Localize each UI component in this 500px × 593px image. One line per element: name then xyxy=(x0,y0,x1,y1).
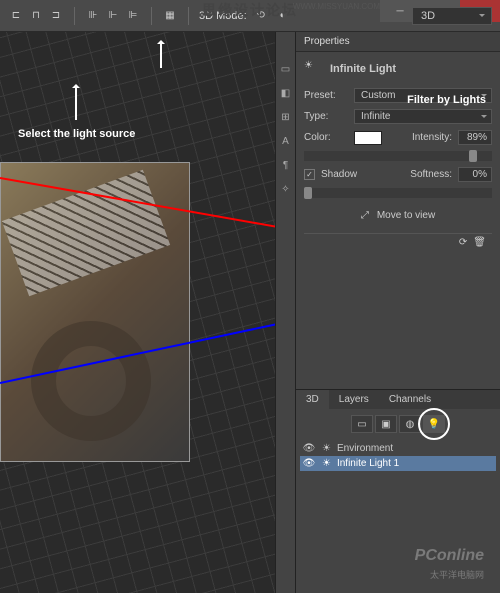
refresh-icon[interactable]: ⟳ xyxy=(459,237,467,248)
filter-bar: ▭ ▣ ◍ 💡 xyxy=(296,409,500,439)
type-label: Type: xyxy=(304,111,348,122)
properties-panel: ☀ Infinite Light Preset: Custom Type: In… xyxy=(296,52,500,259)
distribute-icon-2[interactable]: ⊩ xyxy=(105,8,121,24)
pconline-logo: PConline xyxy=(415,547,484,565)
view-dropdown[interactable]: 3D xyxy=(412,7,492,25)
annotation-circle xyxy=(418,408,450,440)
watermark-url: WWW.MISSYUAN.COM xyxy=(293,2,380,11)
filter-materials-button[interactable]: ◍ xyxy=(399,415,421,433)
align-center-icon[interactable]: ⊓ xyxy=(28,8,44,24)
annotation-arrow-2 xyxy=(75,86,77,120)
preset-label: Preset: xyxy=(304,90,348,101)
environment-row[interactable]: 👁 ☀ Environment xyxy=(300,441,496,456)
watermark-top: 思缘设计论坛 xyxy=(202,0,298,20)
trash-icon[interactable]: 🗑 xyxy=(473,237,486,248)
distribute-icon-3[interactable]: ⊫ xyxy=(125,8,141,24)
annotation-filter-lights: Filter by Lights xyxy=(407,94,486,106)
tool-icon-3[interactable]: ⊞ xyxy=(279,110,293,124)
annotation-select-source: Select the light source xyxy=(18,128,135,140)
type-dropdown[interactable]: Infinite xyxy=(354,109,492,124)
filter-lights-button[interactable]: 💡 xyxy=(423,415,445,433)
tool-text-icon[interactable]: A xyxy=(279,134,293,148)
softness-label: Softness: xyxy=(410,169,452,180)
intensity-label: Intensity: xyxy=(412,132,452,143)
move-to-view-button[interactable]: Move to view xyxy=(377,210,435,221)
properties-title: Infinite Light xyxy=(330,63,396,75)
tab-layers[interactable]: Layers xyxy=(329,390,379,409)
visibility-icon[interactable]: 👁 xyxy=(302,458,316,469)
canvas-3d-view[interactable] xyxy=(0,32,275,593)
infinite-light-icon: ☀ xyxy=(304,60,322,78)
move-to-view-icon[interactable]: ⤢ xyxy=(361,210,369,221)
visibility-icon[interactable]: 👁 xyxy=(302,443,316,454)
grid-icon[interactable]: ▦ xyxy=(162,8,178,24)
color-swatch[interactable] xyxy=(354,131,382,145)
light-row-icon: ☀ xyxy=(322,458,331,469)
annotation-arrow-1 xyxy=(160,42,162,68)
infinite-light-row[interactable]: 👁 ☀ Infinite Light 1 xyxy=(300,456,496,471)
softness-slider[interactable] xyxy=(304,188,492,198)
filter-meshes-button[interactable]: ▣ xyxy=(375,415,397,433)
softness-value[interactable]: 0% xyxy=(458,167,492,182)
collapsed-tool-sidebar: ▭ ◧ ⊞ A ¶ ✧ xyxy=(275,32,295,593)
pconline-sub: 太平洋电脑网 xyxy=(430,568,484,581)
tool-icon-1[interactable]: ▭ xyxy=(279,62,293,76)
properties-tab[interactable]: Properties xyxy=(296,32,500,52)
shadow-label: Shadow xyxy=(321,169,357,180)
tab-3d[interactable]: 3D xyxy=(296,390,329,409)
align-right-icon[interactable]: ⊐ xyxy=(48,8,64,24)
intensity-slider[interactable] xyxy=(304,151,492,161)
env-icon: ☀ xyxy=(322,443,331,454)
tool-wand-icon[interactable]: ✧ xyxy=(279,182,293,196)
filter-scene-button[interactable]: ▭ xyxy=(351,415,373,433)
intensity-value[interactable]: 89% xyxy=(458,130,492,145)
tab-channels[interactable]: Channels xyxy=(379,390,441,409)
shadow-checkbox[interactable]: ✓ xyxy=(304,169,315,180)
align-left-icon[interactable]: ⊏ xyxy=(8,8,24,24)
tool-icon-2[interactable]: ◧ xyxy=(279,86,293,100)
distribute-icon[interactable]: ⊪ xyxy=(85,8,101,24)
environment-label: Environment xyxy=(337,443,393,454)
light-row-label: Infinite Light 1 xyxy=(337,458,399,469)
tool-paragraph-icon[interactable]: ¶ xyxy=(279,158,293,172)
color-label: Color: xyxy=(304,132,348,143)
